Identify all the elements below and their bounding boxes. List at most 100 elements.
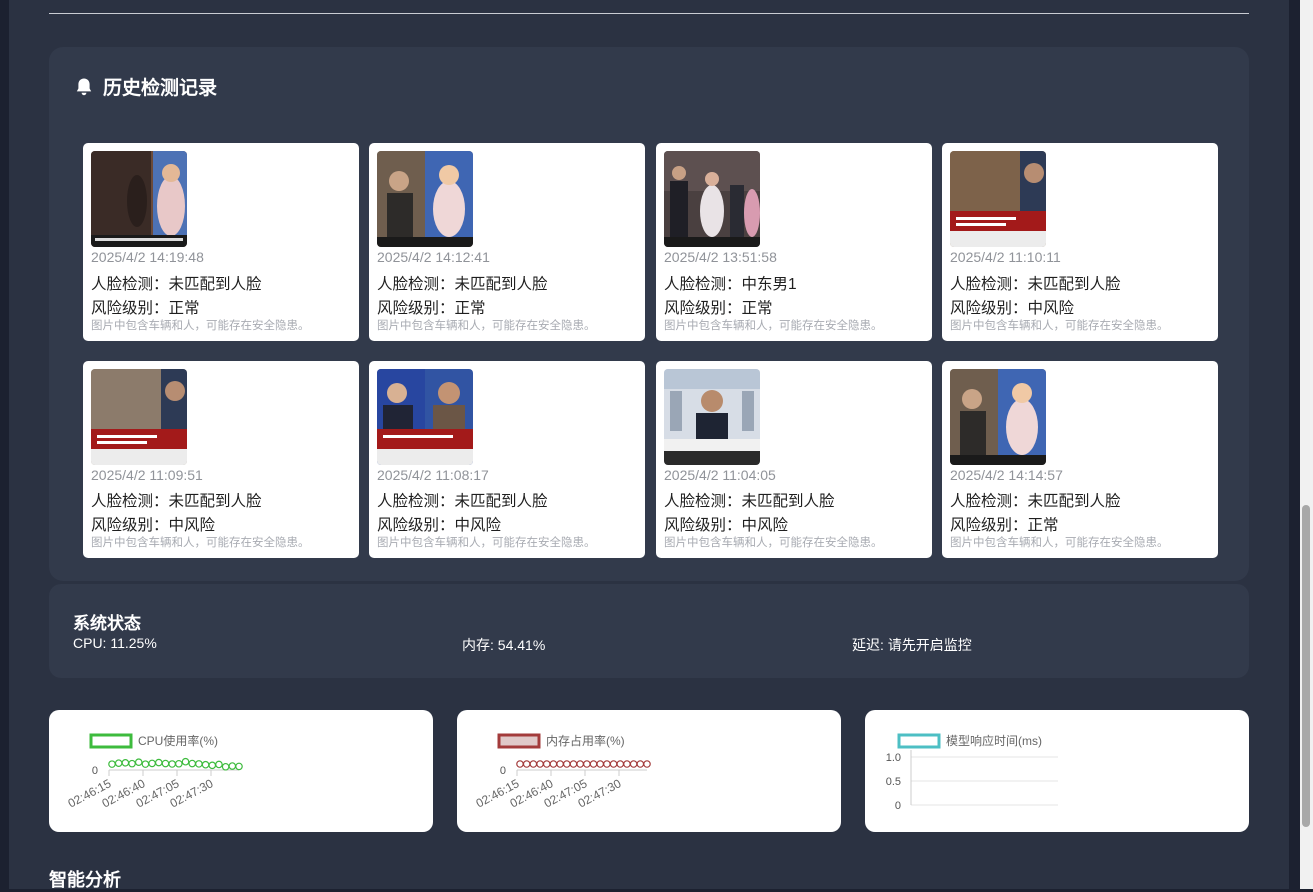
record-time: 2025/4/2 11:10:11: [950, 249, 1061, 265]
smart-analysis-title: 智能分析: [49, 870, 121, 890]
memory-chart-card: 内存占用率(%) 0 02:46:15 02:46:40 02:47:05 02:47:3…: [457, 710, 841, 832]
data-point: [589, 760, 598, 768]
data-point: [168, 760, 176, 768]
data-point: [549, 760, 558, 768]
legend-label: 模型响应时间(ms): [946, 733, 1042, 748]
risk-level: 风险级别：正常: [377, 300, 486, 317]
snapshot-thumbnail[interactable]: [377, 151, 473, 247]
data-point: [114, 759, 123, 767]
data-point: [596, 760, 605, 768]
data-point: [522, 760, 531, 768]
risk-level: 风险级别：中风险: [91, 517, 216, 534]
record-time: 2025/4/2 14:12:41: [377, 249, 490, 265]
legend-swatch: [897, 733, 941, 749]
face-result: 人脸检测：未匹配到人脸: [950, 493, 1121, 510]
record-description: 图片中包含车辆和人，可能存在安全隐患。: [950, 320, 1169, 332]
snapshot-thumbnail[interactable]: [950, 369, 1046, 465]
record-time: 2025/4/2 14:19:48: [91, 249, 204, 265]
legend-swatch: [497, 733, 541, 749]
y-tick-label: 0: [895, 800, 901, 812]
memory-status: 内存: 54.41%: [462, 637, 546, 653]
data-point: [134, 758, 143, 766]
face-result: 人脸检测：未匹配到人脸: [664, 493, 835, 510]
data-point: [536, 760, 544, 768]
face-result: 人脸检测：未匹配到人脸: [91, 276, 262, 293]
record-time: 2025/4/2 11:09:51: [91, 467, 203, 483]
history-card[interactable]: 2025/4/2 13:51:58 人脸检测：中东男1 风险级别：正常 图片中包…: [656, 143, 932, 341]
record-description: 图片中包含车辆和人，可能存在安全隐患。: [950, 537, 1169, 549]
data-point: [516, 760, 524, 768]
data-point: [128, 759, 136, 768]
record-time: 2025/4/2 14:14:57: [950, 467, 1063, 483]
data-point: [542, 760, 551, 768]
data-point: [148, 759, 156, 768]
record-time: 2025/4/2 11:04:05: [664, 467, 776, 483]
data-point: [576, 760, 584, 768]
legend-swatch: [89, 733, 133, 749]
snapshot-thumbnail[interactable]: [950, 151, 1046, 247]
history-card[interactable]: 2025/4/2 14:12:41 人脸检测：未匹配到人脸 风险级别：正常 图片…: [369, 143, 645, 341]
response-time-chart: 模型响应时间(ms) 1.0 0.5 0: [886, 733, 1058, 812]
risk-level: 风险级别：中风险: [377, 517, 502, 534]
data-point: [181, 757, 190, 766]
history-card[interactable]: 2025/4/2 14:19:48 人脸检测：未匹配到人脸 风险级别：正常 图片…: [83, 143, 359, 341]
data-point: [529, 760, 538, 768]
scrollbar-thumb[interactable]: [1302, 505, 1310, 827]
data-point: [208, 761, 217, 770]
section-divider: [49, 13, 1249, 14]
data-point: [175, 759, 183, 768]
data-point: [154, 758, 163, 767]
data-point: [215, 760, 223, 769]
y-tick-label: 0.5: [886, 776, 901, 788]
risk-level: 风险级别：中风险: [950, 300, 1075, 317]
cpu-status: CPU: 11.25%: [73, 635, 157, 651]
data-point: [141, 760, 150, 768]
data-point: [603, 760, 611, 768]
data-point: [636, 760, 645, 768]
record-description: 图片中包含车辆和人，可能存在安全隐患。: [664, 320, 883, 332]
history-section: 历史检测记录 2025/4/2 14:19:48 人脸检测：未匹配到人脸 风险级…: [49, 47, 1249, 581]
cpu-chart-card: CPU使用率(%) 0 02:46:15 02:46:40 02:47:05 02:47:…: [49, 710, 433, 832]
cpu-usage-chart: CPU使用率(%)002:46:1502:46:4002:47:0502:47:…: [66, 733, 243, 811]
data-point: [583, 760, 591, 768]
data-point: [609, 760, 618, 768]
history-title: 历史检测记录: [103, 78, 218, 99]
data-point: [235, 762, 243, 771]
snapshot-thumbnail[interactable]: [664, 369, 760, 465]
data-point: [616, 760, 625, 768]
face-result: 人脸检测：未匹配到人脸: [377, 276, 548, 293]
history-card[interactable]: 2025/4/2 14:14:57 人脸检测：未匹配到人脸 风险级别：正常 图片…: [942, 361, 1218, 558]
history-card[interactable]: 2025/4/2 11:10:11 人脸检测：未匹配到人脸 风险级别：中风险 图…: [942, 143, 1218, 341]
data-point: [569, 760, 578, 768]
data-point: [629, 760, 638, 768]
risk-level: 风险级别：正常: [950, 517, 1059, 534]
record-time: 2025/4/2 13:51:58: [664, 249, 777, 265]
snapshot-thumbnail[interactable]: [377, 369, 473, 465]
snapshot-thumbnail[interactable]: [664, 151, 760, 247]
record-description: 图片中包含车辆和人，可能存在安全隐患。: [377, 320, 596, 332]
risk-level: 风险级别：正常: [664, 300, 773, 317]
record-time: 2025/4/2 11:08:17: [377, 467, 489, 483]
face-result: 人脸检测：未匹配到人脸: [377, 493, 548, 510]
record-description: 图片中包含车辆和人，可能存在安全隐患。: [91, 537, 310, 549]
latency-chart-card: 模型响应时间(ms) 1.0 0.5 0: [865, 710, 1249, 832]
data-point: [188, 759, 197, 768]
history-card[interactable]: 2025/4/2 11:08:17 人脸检测：未匹配到人脸 风险级别：中风险 图…: [369, 361, 645, 558]
data-point: [221, 762, 230, 771]
legend-label: CPU使用率(%): [138, 733, 218, 748]
record-description: 图片中包含车辆和人，可能存在安全隐患。: [664, 537, 883, 549]
history-card[interactable]: 2025/4/2 11:09:51 人脸检测：未匹配到人脸 风险级别：中风险 图…: [83, 361, 359, 558]
bell-icon: [76, 78, 92, 95]
face-result: 人脸检测：未匹配到人脸: [91, 493, 262, 510]
data-point: [108, 760, 116, 768]
data-point: [643, 760, 651, 768]
snapshot-thumbnail[interactable]: [91, 151, 187, 247]
record-description: 图片中包含车辆和人，可能存在安全隐患。: [377, 537, 596, 549]
data-point: [562, 760, 571, 768]
face-result: 人脸检测：未匹配到人脸: [950, 276, 1121, 293]
y-tick-label: 0: [500, 765, 506, 777]
history-card[interactable]: 2025/4/2 11:04:05 人脸检测：未匹配到人脸 风险级别：中风险 图…: [656, 361, 932, 558]
risk-level: 风险级别：中风险: [664, 517, 789, 534]
page-scrollbar[interactable]: [1300, 0, 1313, 889]
snapshot-thumbnail[interactable]: [91, 369, 187, 465]
